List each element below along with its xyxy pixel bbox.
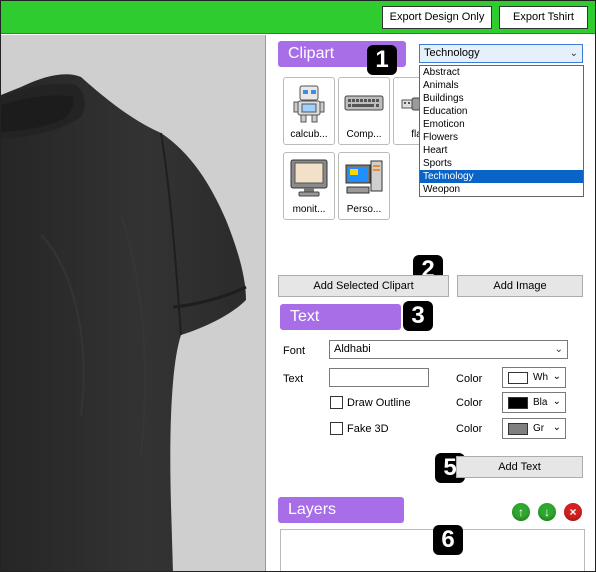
tshirt-image — [1, 74, 247, 571]
fake-3d-checkbox[interactable] — [330, 422, 343, 435]
top-toolbar: Export Design Only Export Tshirt — [1, 1, 595, 34]
clipart-item[interactable]: monit... — [283, 152, 335, 220]
category-option[interactable]: Animals — [420, 79, 583, 92]
3d-color-select[interactable]: Gr ⌄ — [502, 418, 566, 439]
fill-color-select[interactable]: Wh ⌄ — [502, 367, 566, 388]
text-header: Text — [280, 304, 401, 330]
outline-color-label: Color — [456, 397, 483, 409]
category-option[interactable]: Buildings — [420, 92, 583, 105]
color-swatch — [508, 423, 528, 435]
chevron-down-icon: ⌄ — [552, 371, 561, 382]
add-text-button[interactable]: Add Text — [456, 456, 583, 478]
clipart-category-value: Technology — [424, 47, 480, 59]
color-swatch — [508, 372, 528, 384]
keyboard-clipart-icon — [344, 95, 384, 111]
category-option[interactable]: Education — [420, 105, 583, 118]
text-input[interactable] — [329, 368, 429, 387]
clipart-header-label: Clipart — [288, 45, 335, 62]
text-label: Text — [283, 373, 304, 385]
clipart-item-caption: Comp... — [346, 129, 382, 140]
category-option[interactable]: Weopon — [420, 183, 583, 196]
draw-outline-label: Draw Outline — [347, 397, 411, 409]
step-badge-3: 3 — [403, 301, 433, 331]
clipart-item-caption: calcub... — [290, 129, 328, 140]
chevron-down-icon: ⌄ — [552, 422, 561, 433]
tshirt-preview[interactable] — [1, 35, 266, 571]
category-option-selected[interactable]: Technology — [420, 170, 583, 183]
category-option[interactable]: Sports — [420, 157, 583, 170]
color-name: Gr — [533, 423, 545, 434]
color-name: Bla — [533, 397, 548, 408]
font-select[interactable]: Aldhabi ⌄ — [329, 340, 568, 359]
delete-icon[interactable]: × — [564, 503, 582, 521]
add-image-button[interactable]: Add Image — [457, 275, 583, 297]
monitor-clipart-icon — [290, 159, 328, 197]
category-option[interactable]: Abstract — [420, 66, 583, 79]
outline-color-select[interactable]: Bla ⌄ — [502, 392, 566, 413]
export-design-button[interactable]: Export Design Only — [382, 6, 492, 29]
chevron-down-icon: ⌄ — [552, 396, 561, 407]
fill-color-label: Color — [456, 373, 483, 385]
category-option[interactable]: Heart — [420, 144, 583, 157]
layers-header: Layers — [278, 497, 404, 523]
export-tshirt-button[interactable]: Export Tshirt — [499, 6, 588, 29]
draw-outline-checkbox[interactable] — [330, 396, 343, 409]
step-badge-6: 6 — [433, 525, 463, 555]
color-swatch — [508, 397, 528, 409]
text-header-label: Text — [290, 308, 320, 325]
3d-color-label: Color — [456, 423, 483, 435]
personal-computer-clipart-icon — [345, 160, 383, 194]
step-badge-1: 1 — [367, 45, 397, 75]
color-name: Wh — [533, 372, 548, 383]
clipart-category-dropdown[interactable]: Abstract Animals Buildings Education Emo… — [419, 65, 584, 197]
font-select-value: Aldhabi — [334, 343, 371, 355]
add-selected-clipart-button[interactable]: Add Selected Clipart — [278, 275, 449, 297]
chevron-down-icon: ⌄ — [554, 344, 563, 355]
font-label: Font — [283, 345, 306, 357]
category-option[interactable]: Flowers — [420, 131, 583, 144]
clipart-category-select[interactable]: Technology ⌄ — [419, 44, 583, 63]
move-down-icon[interactable]: ↓ — [538, 503, 556, 521]
clipart-item[interactable]: Comp... — [338, 77, 390, 145]
app-window: Export Design Only Export Tshirt Clipart… — [0, 0, 596, 572]
chevron-down-icon: ⌄ — [569, 48, 578, 59]
category-option[interactable]: Emoticon — [420, 118, 583, 131]
robot-clipart-icon — [293, 85, 325, 123]
layers-header-label: Layers — [288, 501, 337, 518]
clipart-item[interactable]: calcub... — [283, 77, 335, 145]
move-up-icon[interactable]: ↑ — [512, 503, 530, 521]
fake-3d-label: Fake 3D — [347, 423, 389, 435]
clipart-item-caption: Perso... — [346, 204, 382, 215]
clipart-item[interactable]: Perso... — [338, 152, 390, 220]
clipart-item-caption: monit... — [292, 204, 326, 215]
